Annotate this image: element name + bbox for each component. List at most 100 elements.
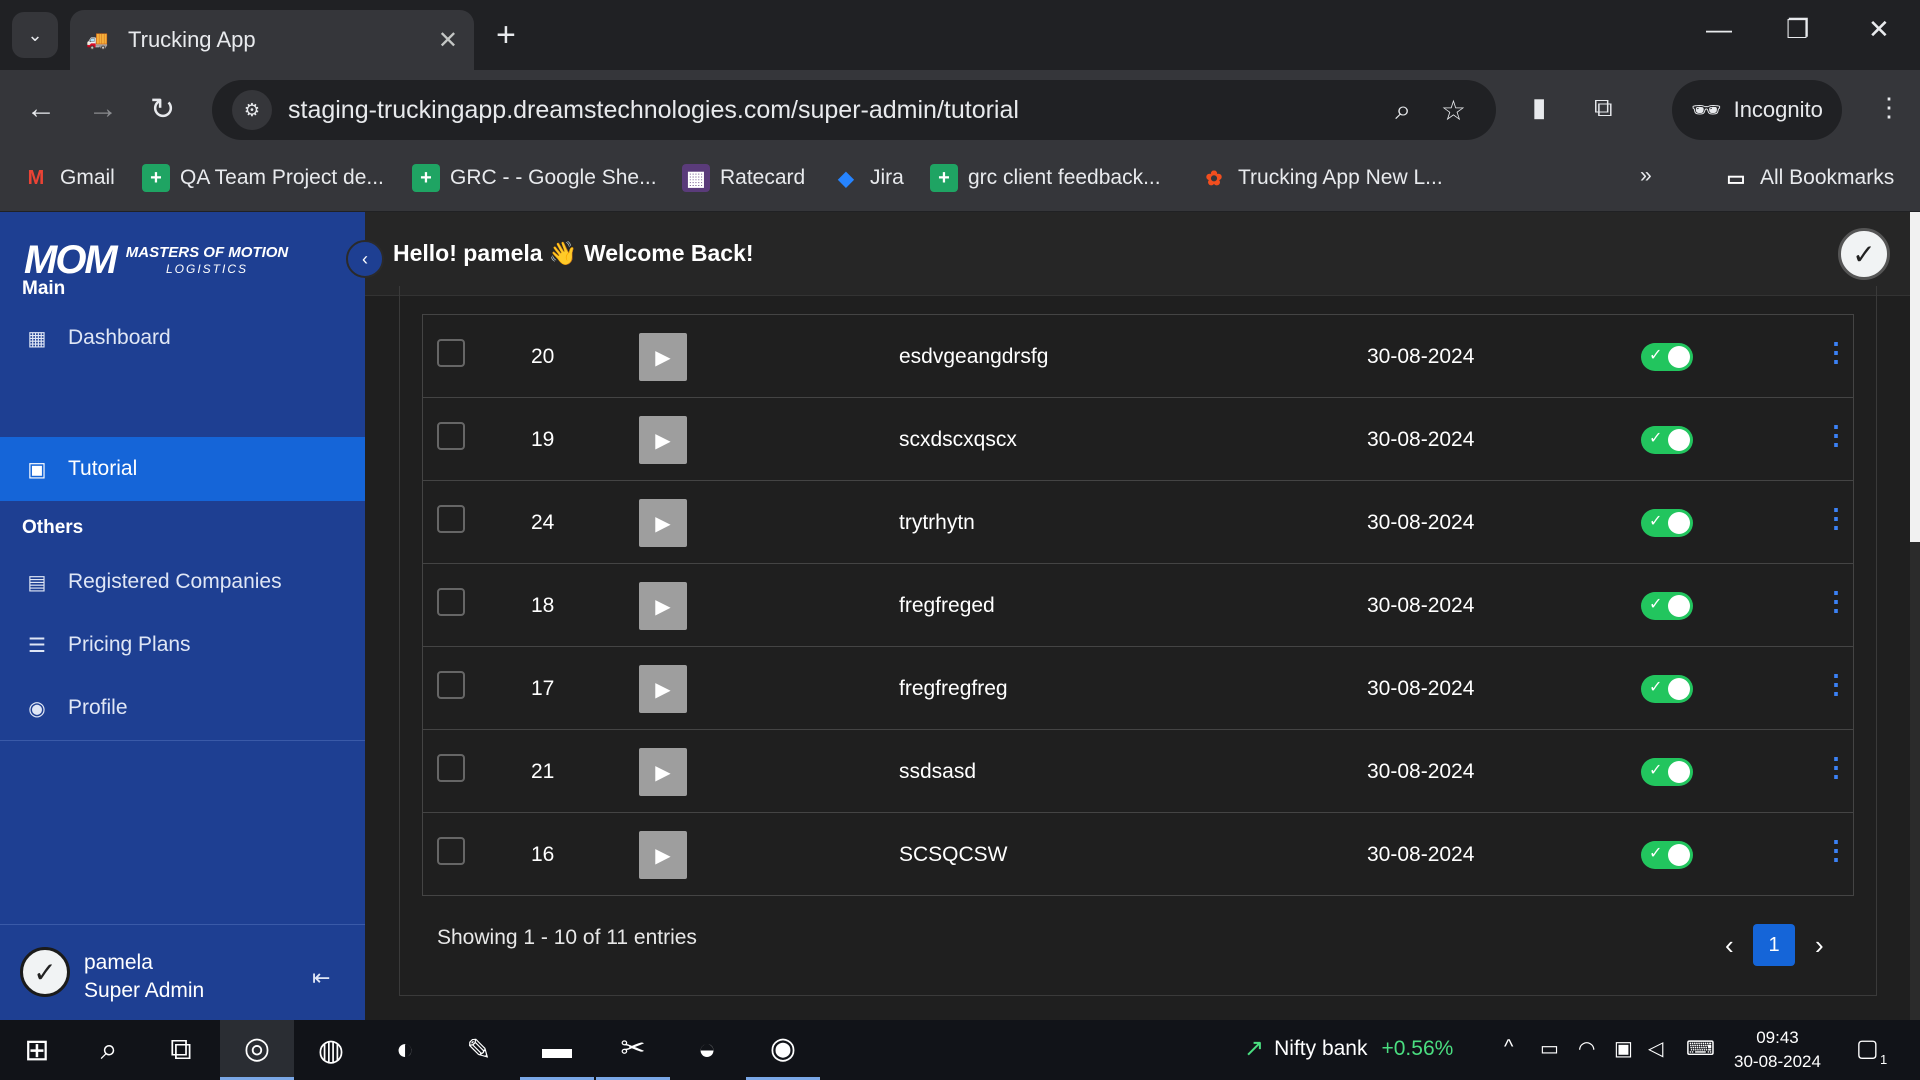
row-checkbox[interactable] <box>437 837 465 865</box>
firefox-taskbar-icon[interactable]: ◍ <box>294 1020 368 1080</box>
video-thumbnail[interactable]: ▶ <box>639 748 687 796</box>
video-thumbnail[interactable]: ▶ <box>639 665 687 713</box>
sidebar-item-dashboard[interactable]: ▦ Dashboard <box>0 306 365 370</box>
status-toggle[interactable]: ✓ <box>1641 426 1693 454</box>
minimize-icon[interactable]: — <box>1706 14 1732 45</box>
search-icon[interactable]: ⌕ <box>72 1020 146 1080</box>
status-toggle[interactable]: ✓ <box>1641 675 1693 703</box>
site-info-icon[interactable]: ⚙ <box>232 90 272 130</box>
incognito-badge[interactable]: 🕶 Incognito <box>1672 80 1842 140</box>
more-options-icon[interactable]: ⋮ <box>1823 420 1849 451</box>
restore-icon[interactable]: ❐ <box>1786 14 1809 45</box>
chrome-taskbar-icon[interactable]: ◎ <box>220 1020 294 1080</box>
stock-ticker[interactable]: ↗ Nifty bank +0.56% <box>1244 1034 1453 1063</box>
battery-icon[interactable]: ▭ <box>1540 1036 1559 1061</box>
page-scrollbar-thumb[interactable] <box>1910 212 1920 542</box>
task-view-icon[interactable]: ⧉ <box>144 1020 218 1080</box>
row-name: ssdsasd <box>899 760 977 783</box>
row-name: SCSQCSW <box>899 843 1008 866</box>
back-icon[interactable]: ← <box>26 92 56 126</box>
sidebar-collapse-button[interactable]: ‹ <box>346 240 384 278</box>
sidebar-item-pricing-plans[interactable]: ☰ Pricing Plans <box>0 613 365 677</box>
status-toggle[interactable]: ✓ <box>1641 592 1693 620</box>
more-options-icon[interactable]: ⋮ <box>1823 669 1849 700</box>
keyboard-icon[interactable]: ⌨ <box>1686 1036 1715 1061</box>
bookmark-qa-team[interactable]: + QA Team Project de... <box>142 164 384 192</box>
notification-icon[interactable]: ▢ <box>1856 1034 1879 1063</box>
status-toggle[interactable]: ✓ <box>1641 509 1693 537</box>
bookmark-label: Gmail <box>60 166 115 189</box>
reload-icon[interactable]: ↻ <box>150 92 175 127</box>
video-thumbnail[interactable]: ▶ <box>639 499 687 547</box>
video-thumbnail[interactable]: ▶ <box>639 416 687 464</box>
forward-icon[interactable]: → <box>88 92 118 126</box>
row-checkbox[interactable] <box>437 754 465 782</box>
chrome-incognito-taskbar-icon[interactable]: ◉ <box>746 1020 820 1080</box>
check-icon: ✓ <box>1649 596 1663 613</box>
avatar[interactable]: ✓ <box>20 947 70 997</box>
sidebar-item-registered-companies[interactable]: ▤ Registered Companies <box>0 550 365 614</box>
status-toggle[interactable]: ✓ <box>1641 841 1693 869</box>
more-options-icon[interactable]: ⋮ <box>1823 586 1849 617</box>
system-clock[interactable]: 09:43 30-08-2024 <box>1734 1026 1821 1074</box>
app-taskbar-icon[interactable]: ◒ <box>670 1020 744 1080</box>
bookmark-star-icon[interactable]: ☆ <box>1441 94 1466 127</box>
pagination-page-button[interactable]: 1 <box>1753 924 1795 966</box>
browser-menu-icon[interactable]: ⋮ <box>1876 92 1902 123</box>
paint-taskbar-icon[interactable]: ✎ <box>442 1020 516 1080</box>
bookmark-grc[interactable]: + GRC - - Google She... <box>412 164 657 192</box>
header-avatar[interactable]: ✓ <box>1838 228 1890 280</box>
bookmark-gmail[interactable]: M Gmail <box>22 164 115 192</box>
more-options-icon[interactable]: ⋮ <box>1823 752 1849 783</box>
row-checkbox[interactable] <box>437 671 465 699</box>
new-tab-button[interactable]: + <box>496 16 516 55</box>
extensions-icon[interactable]: ⧉ <box>1594 92 1613 124</box>
more-options-icon[interactable]: ⋮ <box>1823 503 1849 534</box>
tab-search-button[interactable]: ⌄ <box>12 12 58 58</box>
dashboard-icon: ▦ <box>27 327 47 350</box>
file-explorer-taskbar-icon[interactable]: ▬ <box>520 1020 594 1080</box>
bookmark-jira[interactable]: ◆ Jira <box>832 164 904 192</box>
sidebar-item-profile[interactable]: ◉ Profile <box>0 676 365 740</box>
bookmark-ratecard[interactable]: ▦ Ratecard <box>682 164 805 192</box>
row-checkbox[interactable] <box>437 588 465 616</box>
logo[interactable]: MOM MASTERS OF MOTION LOGISTICS <box>24 238 288 283</box>
bookmark-trucking-app[interactable]: ✿ Trucking App New L... <box>1200 164 1443 192</box>
windows-start-icon[interactable]: ⊞ <box>0 1020 74 1080</box>
bookmarks-bar: M Gmail + QA Team Project de... + GRC - … <box>0 152 1920 212</box>
play-icon: ▶ <box>655 595 671 618</box>
pagination-prev-icon[interactable]: ‹ <box>1725 930 1734 961</box>
show-hidden-icons-icon[interactable]: ^ <box>1504 1036 1513 1059</box>
status-toggle[interactable]: ✓ <box>1641 343 1693 371</box>
wifi-icon[interactable]: ◠ <box>1578 1036 1595 1061</box>
more-options-icon[interactable]: ⋮ <box>1823 337 1849 368</box>
snipping-tool-taskbar-icon[interactable]: ✂ <box>596 1020 670 1080</box>
address-bar[interactable]: ⚙ staging-truckingapp.dreamstechnologies… <box>212 80 1496 140</box>
sidebar-item-tutorial[interactable]: ▣ Tutorial <box>0 437 365 501</box>
row-checkbox[interactable] <box>437 505 465 533</box>
browser-tab[interactable]: 🚚 Trucking App ✕ <box>70 10 474 70</box>
video-thumbnail[interactable]: ▶ <box>639 333 687 381</box>
row-checkbox[interactable] <box>437 422 465 450</box>
zoom-icon[interactable]: ⌕ <box>1395 94 1411 127</box>
volume-icon[interactable]: ◁ <box>1648 1036 1663 1061</box>
device-icon[interactable]: ▣ <box>1614 1036 1633 1061</box>
close-tab-icon[interactable]: ✕ <box>438 26 458 55</box>
url-text[interactable]: staging-truckingapp.dreamstechnologies.c… <box>288 96 1395 125</box>
logout-icon[interactable]: ⇤ <box>312 965 330 991</box>
extension-mouse-icon[interactable]: ▮ <box>1532 92 1546 123</box>
edge-taskbar-icon[interactable]: ◐ <box>368 1020 442 1080</box>
status-toggle[interactable]: ✓ <box>1641 758 1693 786</box>
more-bookmarks-icon[interactable]: » <box>1640 164 1652 188</box>
pagination-next-icon[interactable]: › <box>1815 930 1824 961</box>
bookmark-grc-feedback[interactable]: + grc client feedback... <box>930 164 1161 192</box>
all-bookmarks[interactable]: ▭ All Bookmarks <box>1722 164 1895 192</box>
row-id: 16 <box>531 843 555 866</box>
list-icon: ☰ <box>28 634 46 657</box>
more-options-icon[interactable]: ⋮ <box>1823 835 1849 866</box>
close-window-icon[interactable]: ✕ <box>1868 14 1890 45</box>
chevron-down-icon: ⌄ <box>27 24 43 45</box>
video-thumbnail[interactable]: ▶ <box>639 582 687 630</box>
row-checkbox[interactable] <box>437 339 465 367</box>
video-thumbnail[interactable]: ▶ <box>639 831 687 879</box>
